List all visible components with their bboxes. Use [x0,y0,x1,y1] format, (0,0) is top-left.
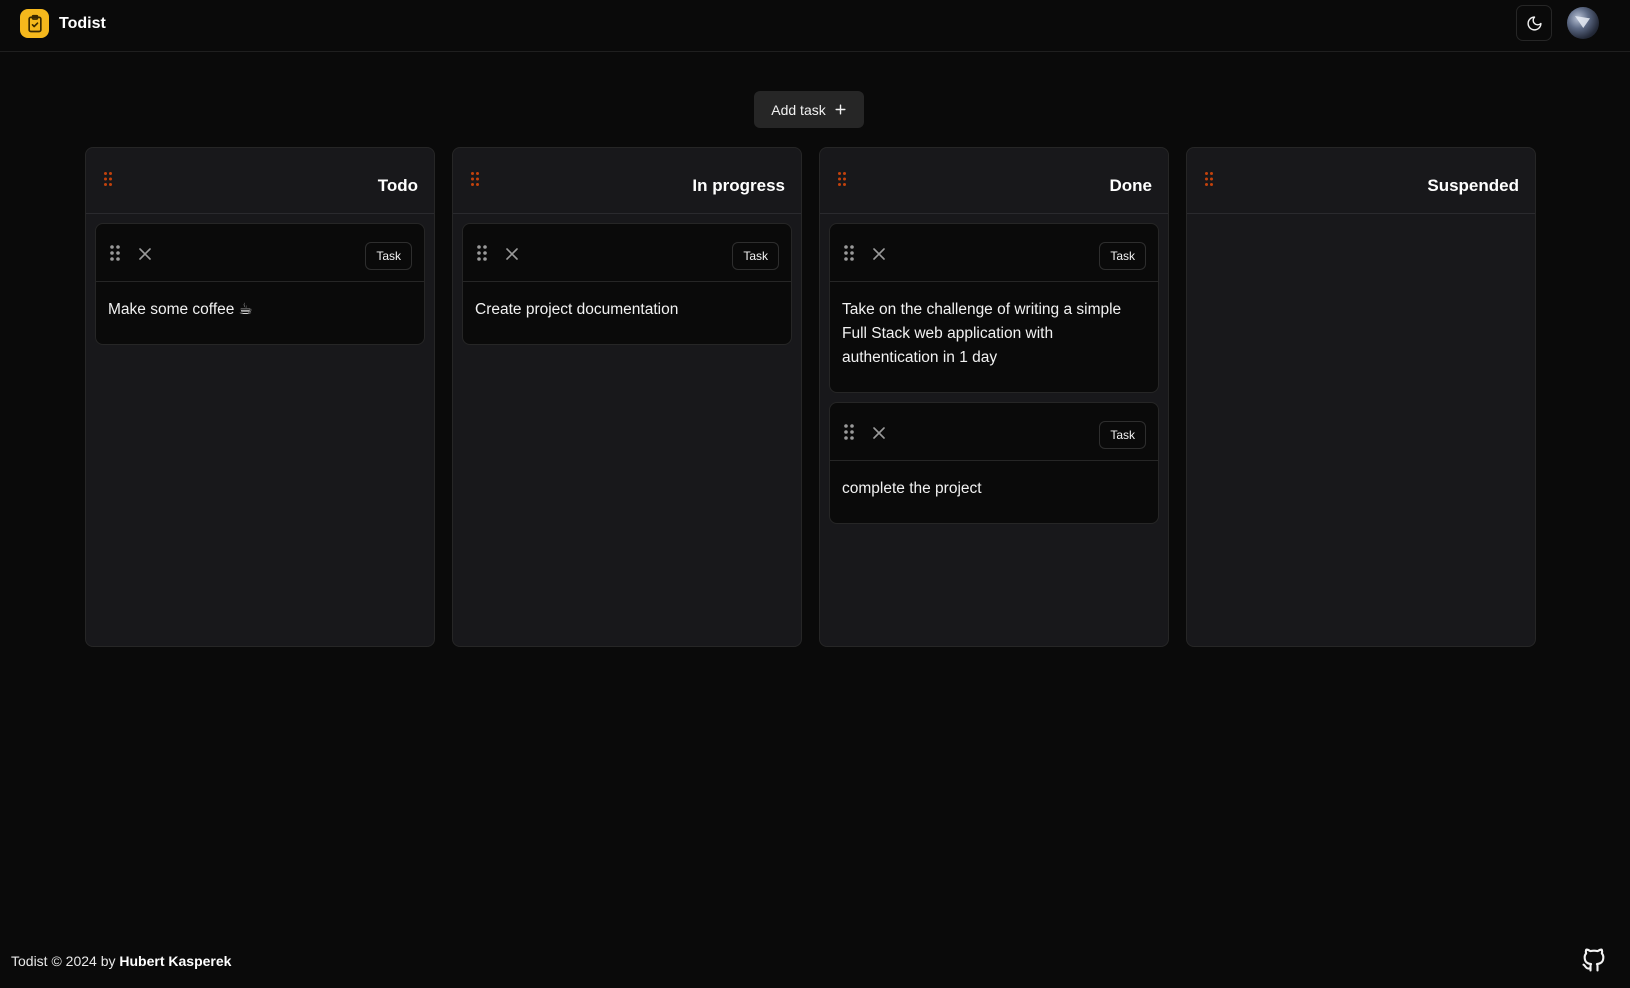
footer-prefix: Todist © 2024 by [11,953,116,969]
task-card-header: Task [830,224,1158,282]
column-header: Todo [86,148,434,214]
add-task-label: Add task [771,101,826,118]
column-body [1187,214,1535,223]
column-body: Task Take on the challenge of writing a … [820,214,1168,524]
task-type-badge: Task [1099,242,1146,270]
close-icon[interactable] [873,427,885,439]
column-body: Task Make some coffee ☕ [86,214,434,345]
close-icon[interactable] [139,248,151,260]
column-drag-handle-icon[interactable] [1205,172,1213,186]
task-text: complete the project [842,480,982,497]
task-type-badge: Task [1099,421,1146,449]
column-title: Done [1109,176,1153,195]
column-todo[interactable]: Todo Task Make some coffee ☕ [85,147,435,647]
drag-handle-icon[interactable] [844,424,854,440]
column-done[interactable]: Done Task Take on the challenge of writi… [819,147,1169,647]
column-body: Task Create project documentation [453,214,801,345]
task-card[interactable]: Task Create project documentation [462,223,792,345]
close-icon[interactable] [873,248,885,260]
task-type-badge: Task [732,242,779,270]
clipboard-check-icon [20,9,49,38]
task-text: Take on the challenge of writing a simpl… [842,301,1122,366]
plus-icon [835,104,846,115]
top-bar: Todist [0,0,1630,52]
column-suspended[interactable]: Suspended [1186,147,1536,647]
footer-credit: Todist © 2024 by Hubert Kasperek [11,953,231,969]
column-title: In progress [692,176,785,195]
drag-handle-icon[interactable] [110,245,120,261]
drag-handle-icon[interactable] [844,245,854,261]
github-icon[interactable] [1580,946,1608,974]
task-card[interactable]: Task Take on the challenge of writing a … [829,223,1159,393]
task-card[interactable]: Task complete the project [829,402,1159,524]
theme-toggle-button[interactable] [1516,5,1552,41]
column-title: Suspended [1427,176,1519,195]
column-header: In progress [453,148,801,214]
column-drag-handle-icon[interactable] [838,172,846,186]
column-header: Done [820,148,1168,214]
task-type-badge: Task [365,242,412,270]
column-in-progress[interactable]: In progress Task Create project document… [452,147,802,647]
column-title: Todo [377,176,418,195]
column-header: Suspended [1187,148,1535,214]
column-drag-handle-icon[interactable] [471,172,479,186]
task-card-header: Task [463,224,791,282]
task-card-header: Task [96,224,424,282]
close-icon[interactable] [506,248,518,260]
add-task-button[interactable]: Add task [754,91,864,128]
task-text: Make some coffee ☕ [108,301,253,318]
brand[interactable]: Todist [20,9,106,38]
user-avatar[interactable] [1567,7,1599,39]
kanban-board: Todo Task Make some coffee ☕ In progress… [85,147,1536,647]
task-text: Create project documentation [475,301,679,318]
footer-author: Hubert Kasperek [119,953,232,969]
task-card-header: Task [830,403,1158,461]
moon-icon [1526,15,1542,31]
app-name: Todist [59,14,106,32]
column-drag-handle-icon[interactable] [104,172,112,186]
task-card[interactable]: Task Make some coffee ☕ [95,223,425,345]
drag-handle-icon[interactable] [477,245,487,261]
